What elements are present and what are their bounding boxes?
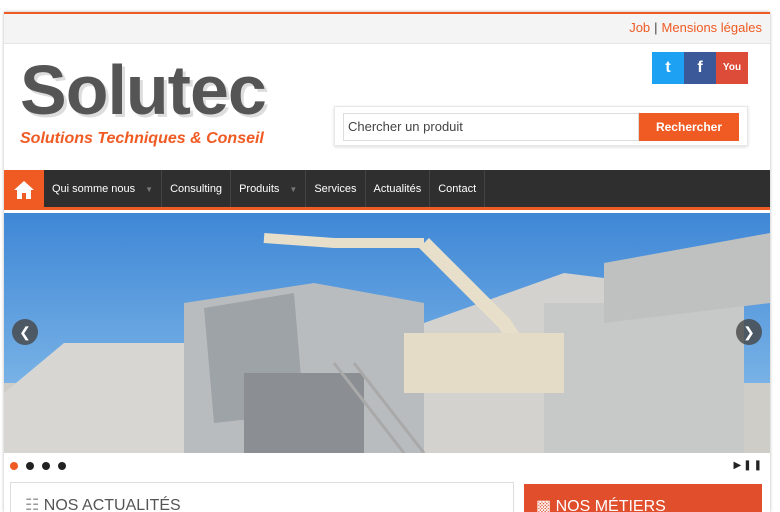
nav-item-label: Actualités <box>373 183 422 195</box>
page: Job | Mensions légales Solutec Solutions T… <box>4 12 770 512</box>
news-panel: ☷ NOS ACTUALITÉS <box>10 482 514 512</box>
slider-next-button[interactable]: ❯ <box>736 319 762 345</box>
job-link[interactable]: Job <box>629 20 650 35</box>
slider-dot[interactable] <box>26 462 34 470</box>
nav-item-actualités[interactable]: Actualités <box>366 170 431 207</box>
top-links-bar: Job | Mensions légales <box>4 14 770 44</box>
nav-item-label: Contact <box>438 183 477 195</box>
slider-controls: ▶❚❚ <box>734 460 764 471</box>
nav-item-label: Services <box>314 183 357 195</box>
slider-prev-button[interactable]: ❮ <box>12 319 38 345</box>
news-panel-title: ☷ NOS ACTUALITÉS <box>25 495 181 512</box>
nav-item-qui-somme-nous[interactable]: Qui somme nous ▼ <box>44 170 163 207</box>
nav-item-label: Qui somme nous <box>52 183 136 195</box>
home-button[interactable] <box>4 170 44 210</box>
nav-item-label: Produits <box>239 183 280 195</box>
play-icon[interactable]: ▶ <box>734 460 744 471</box>
briefcase-icon: ▩ <box>536 498 552 512</box>
search-box: Chercher un produit Rechercher <box>334 106 748 146</box>
jobs-title-text: NOS MÉTIERS <box>555 498 666 512</box>
legal-link[interactable]: Mensions légales <box>662 20 762 35</box>
slider-dot[interactable] <box>42 462 50 470</box>
hero-image <box>4 213 770 453</box>
jobs-panel-title: ▩ NOS MÉTIERS <box>536 496 666 512</box>
nav-item-produits[interactable]: Produits ▼ <box>231 170 307 207</box>
jobs-panel: ▩ NOS MÉTIERS <box>524 484 762 512</box>
nav-item-consulting[interactable]: Consulting <box>162 170 232 207</box>
nav-item-contact[interactable]: Contact <box>430 170 486 207</box>
nav-item-label: Consulting <box>170 183 223 195</box>
site-header: Solutec Solutions Techniques & Conseil t… <box>4 44 770 170</box>
slider-dot[interactable] <box>58 462 66 470</box>
main-nav: Qui somme nous ▼ Consulting Produits ▼ Servic… <box>4 170 770 210</box>
pause-icon[interactable]: ❚❚ <box>743 460 764 471</box>
youtube-icon[interactable]: You <box>716 52 748 84</box>
twitter-icon[interactable]: t <box>652 52 684 84</box>
home-icon <box>14 181 34 199</box>
chevron-down-icon: ▼ <box>289 185 298 194</box>
site-tagline: Solutions Techniques & Conseil <box>20 130 264 147</box>
facebook-icon[interactable]: f <box>684 52 716 84</box>
hero-slider: ❮ ❯ <box>4 213 770 453</box>
news-title-text: NOS ACTUALITÉS <box>43 497 181 512</box>
nav-items: Qui somme nous ▼ Consulting Produits ▼ Servic… <box>44 170 486 207</box>
top-links-separator: | <box>654 20 658 35</box>
slider-dots <box>10 462 66 470</box>
search-input[interactable]: Chercher un produit <box>343 113 639 141</box>
site-logo[interactable]: Solutec <box>20 50 267 130</box>
search-button[interactable]: Rechercher <box>639 113 739 141</box>
social-links: t f You <box>652 52 748 84</box>
news-icon: ☷ <box>25 497 40 512</box>
slider-dot[interactable] <box>10 462 18 470</box>
nav-item-services[interactable]: Services <box>306 170 366 207</box>
chevron-down-icon: ▼ <box>145 185 154 194</box>
